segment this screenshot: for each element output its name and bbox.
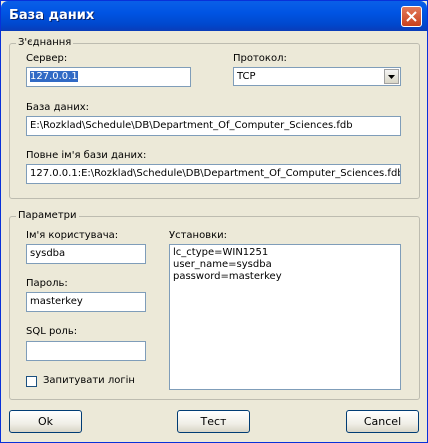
password-input[interactable]: masterkey xyxy=(26,292,146,312)
connection-group-label: З'єднання xyxy=(16,37,74,48)
database-value: E:\Rozklad\Schedule\DB\Department_Of_Com… xyxy=(30,120,353,131)
server-value: 127.0.0.1 xyxy=(30,71,78,82)
password-value: masterkey xyxy=(30,296,83,307)
ok-button[interactable]: Ok xyxy=(9,410,82,433)
protocol-value: TCP xyxy=(237,71,256,82)
settings-line: password=masterkey xyxy=(173,271,282,282)
database-label: База даних: xyxy=(26,102,89,113)
title-bar[interactable]: База даних xyxy=(1,1,427,31)
settings-line: lc_ctype=WIN1251 xyxy=(173,247,269,258)
prompt-login-checkbox[interactable] xyxy=(26,376,37,387)
settings-textarea[interactable]: lc_ctype=WIN1251 user_name=sysdba passwo… xyxy=(169,244,401,390)
test-button[interactable]: Тест xyxy=(177,410,250,433)
chevron-down-icon xyxy=(388,75,395,79)
username-label: Ім'я користувача: xyxy=(26,230,119,241)
password-label: Пароль: xyxy=(26,278,68,289)
full-name-value: 127.0.0.1:E:\Rozklad\Schedule\DB\Departm… xyxy=(30,168,401,179)
close-button[interactable] xyxy=(401,6,422,27)
sql-role-label: SQL роль: xyxy=(26,326,78,337)
parameters-group-label: Параметри xyxy=(16,210,79,221)
cancel-button[interactable]: Cancel xyxy=(346,410,419,433)
server-label: Сервер: xyxy=(26,53,68,64)
sql-role-input[interactable] xyxy=(26,341,146,361)
full-name-label: Повне ім'я бази даних: xyxy=(26,150,147,161)
database-dialog: База даних З'єднання Сервер: 127.0.0.1 П… xyxy=(0,0,428,443)
username-value: sysdba xyxy=(30,248,66,259)
protocol-dropdown-button[interactable] xyxy=(384,69,399,84)
server-input[interactable]: 127.0.0.1 xyxy=(26,67,191,87)
protocol-select[interactable]: TCP xyxy=(233,67,401,86)
prompt-login-label[interactable]: Запитувати логін xyxy=(43,375,135,386)
username-input[interactable]: sysdba xyxy=(26,244,146,264)
close-icon xyxy=(406,11,417,22)
full-name-input[interactable]: 127.0.0.1:E:\Rozklad\Schedule\DB\Departm… xyxy=(26,164,401,184)
settings-line: user_name=sysdba xyxy=(173,259,272,270)
database-input[interactable]: E:\Rozklad\Schedule\DB\Department_Of_Com… xyxy=(26,116,401,136)
window-title: База даних xyxy=(9,8,95,23)
settings-label: Установки: xyxy=(169,230,228,241)
protocol-label: Протокол: xyxy=(233,53,287,64)
